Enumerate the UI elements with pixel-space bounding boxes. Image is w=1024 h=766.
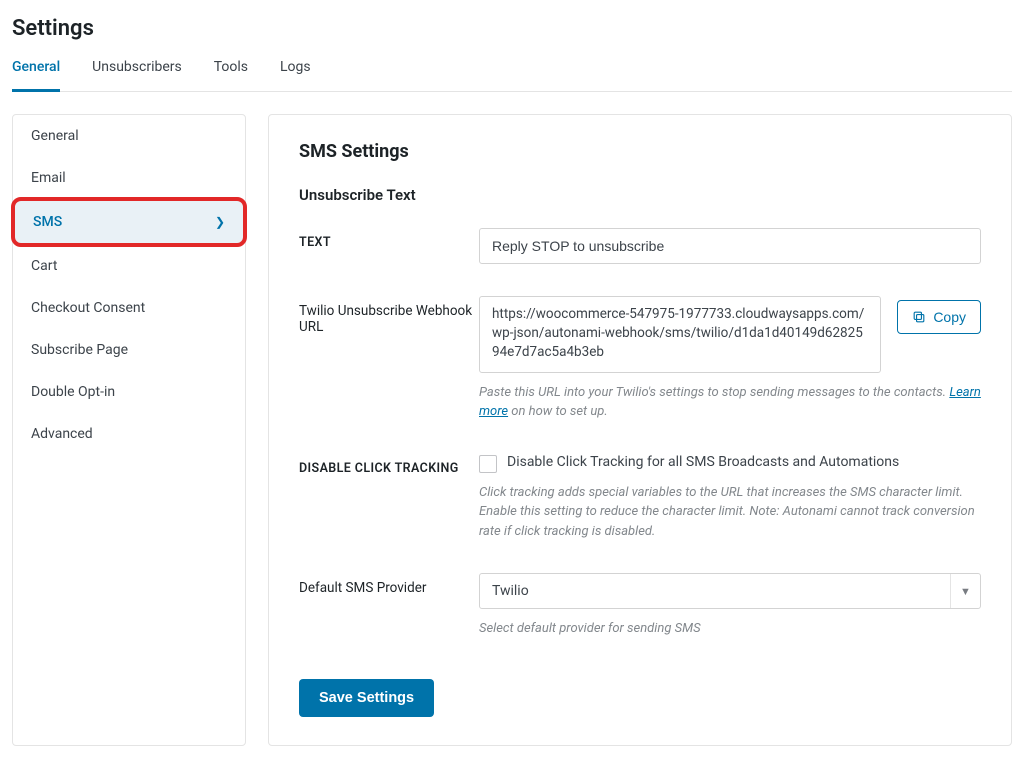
sidebar-item-label: SMS <box>33 214 62 230</box>
sidebar-item-general[interactable]: General <box>13 115 245 157</box>
tab-tools[interactable]: Tools <box>214 59 248 92</box>
sidebar-item-advanced[interactable]: Advanced <box>13 413 245 455</box>
sidebar-item-label: Subscribe Page <box>31 342 128 358</box>
webhook-label: Twilio Unsubscribe Webhook URL <box>299 296 479 335</box>
sms-settings-panel: SMS Settings Unsubscribe Text TEXT Twili… <box>268 114 1012 746</box>
save-settings-button[interactable]: Save Settings <box>299 679 434 717</box>
disable-tracking-label: DISABLE CLICK TRACKING <box>299 454 479 476</box>
sidebar-item-label: Advanced <box>31 426 93 442</box>
provider-help: Select default provider for sending SMS <box>479 619 981 639</box>
sidebar-item-label: Email <box>31 170 66 186</box>
settings-sidebar: General Email SMS ❯ Cart Checkout Consen… <box>12 114 246 746</box>
top-tabs: General Unsubscribers Tools Logs <box>12 59 1012 92</box>
unsubscribe-text-input[interactable] <box>479 228 981 264</box>
sidebar-item-label: Double Opt-in <box>31 384 115 400</box>
disable-tracking-checkbox[interactable] <box>479 455 497 473</box>
copy-button-label: Copy <box>933 309 966 325</box>
tab-general[interactable]: General <box>12 59 60 92</box>
sidebar-item-email[interactable]: Email <box>13 157 245 199</box>
tab-unsubscribers[interactable]: Unsubscribers <box>92 59 182 92</box>
chevron-right-icon: ❯ <box>215 215 225 229</box>
disable-tracking-help: Click tracking adds special variables to… <box>479 483 981 542</box>
sidebar-item-checkout-consent[interactable]: Checkout Consent <box>13 287 245 329</box>
webhook-url-box[interactable]: https://woocommerce-547975-1977733.cloud… <box>479 296 881 373</box>
chevron-down-icon: ▼ <box>950 574 980 608</box>
sidebar-item-label: Cart <box>31 258 57 274</box>
disable-tracking-checkbox-label: Disable Click Tracking for all SMS Broad… <box>507 454 899 470</box>
panel-title: SMS Settings <box>299 141 981 162</box>
sidebar-item-sms[interactable]: SMS ❯ <box>11 197 247 247</box>
copy-button[interactable]: Copy <box>897 300 981 334</box>
provider-label: Default SMS Provider <box>299 573 479 596</box>
panel-subtitle: Unsubscribe Text <box>299 186 981 204</box>
page-title: Settings <box>12 16 1012 41</box>
text-field-label: TEXT <box>299 228 479 250</box>
sidebar-item-label: Checkout Consent <box>31 300 145 316</box>
sidebar-item-cart[interactable]: Cart <box>13 245 245 287</box>
copy-icon <box>912 310 926 324</box>
webhook-help-text: Paste this URL into your Twilio's settin… <box>479 383 981 422</box>
sidebar-item-subscribe-page[interactable]: Subscribe Page <box>13 329 245 371</box>
sidebar-item-double-opt-in[interactable]: Double Opt-in <box>13 371 245 413</box>
default-sms-provider-select[interactable]: Twilio ▼ <box>479 573 981 609</box>
select-value: Twilio <box>492 583 529 599</box>
sidebar-item-label: General <box>31 128 79 144</box>
tab-logs[interactable]: Logs <box>280 59 311 92</box>
